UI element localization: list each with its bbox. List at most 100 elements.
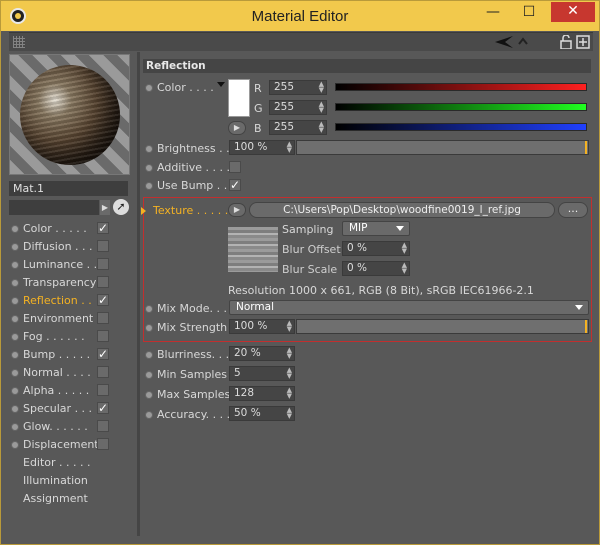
channel-label: Environment — [23, 312, 94, 325]
maximize-button[interactable]: ☐ — [515, 2, 543, 23]
channel-item[interactable]: Transparency — [11, 274, 129, 292]
accuracy-row: Accuracy. . . . — [145, 408, 230, 421]
channel-checkbox[interactable] — [97, 276, 109, 288]
channel-dot-icon — [11, 405, 19, 413]
max-samples-label: Max Samples — [157, 388, 231, 401]
channel-checkbox[interactable] — [97, 420, 109, 432]
channel-item[interactable]: Reflection . . ✓ — [11, 292, 129, 310]
channel-checkbox[interactable]: ✓ — [97, 222, 109, 234]
channel-item[interactable]: Environment — [11, 310, 129, 328]
dropdown-triangle-icon[interactable] — [217, 82, 225, 88]
pick-icon[interactable]: ➚ — [113, 199, 129, 215]
b-value-field[interactable]: 255 ▲ ▼ — [269, 120, 327, 135]
channel-checkbox[interactable]: ✓ — [97, 348, 109, 360]
minimize-button[interactable]: — — [479, 2, 507, 23]
use-bump-checkbox[interactable]: ✓ — [229, 179, 241, 191]
grip-icon[interactable] — [13, 36, 25, 48]
arrow-left-icon[interactable] — [495, 35, 513, 49]
channel-checkbox[interactable] — [97, 330, 109, 342]
channel-checkbox[interactable] — [97, 384, 109, 396]
b-slider[interactable] — [335, 123, 587, 131]
blurriness-field[interactable]: 20 % ▲ ▼ — [229, 346, 295, 361]
panel-divider[interactable] — [137, 52, 140, 536]
brightness-label: Brightness . . — [157, 142, 230, 155]
accuracy-field[interactable]: 50 % ▲ ▼ — [229, 406, 295, 421]
color-row: Color . . . . — [145, 81, 214, 94]
channel-checkbox[interactable]: ✓ — [97, 402, 109, 414]
channel-label: Reflection . . — [23, 294, 92, 307]
channel-item[interactable]: Fog . . . . . . — [11, 328, 129, 346]
channel-item[interactable]: Displacement — [11, 436, 129, 454]
channel-item[interactable]: Normal . . . . — [11, 364, 129, 382]
additive-checkbox[interactable] — [229, 161, 241, 173]
blur-scale-field[interactable]: 0 % ▲ ▼ — [342, 261, 410, 276]
lock-icon[interactable] — [559, 35, 573, 49]
keyframe-dot-icon[interactable] — [145, 371, 153, 379]
texture-thumbnail[interactable] — [228, 227, 278, 272]
keyframe-dot-icon[interactable] — [145, 182, 153, 190]
mix-strength-field[interactable]: 100 % ▲ ▼ — [229, 319, 295, 334]
channel-item[interactable]: Diffusion . . . — [11, 238, 129, 256]
channel-checkbox[interactable] — [97, 258, 109, 270]
search-arrow-button[interactable]: ▶ — [100, 200, 110, 215]
keyframe-dot-icon[interactable] — [145, 305, 153, 313]
extra-item[interactable]: Illumination — [23, 474, 88, 487]
brightness-field[interactable]: 100 % ▲ ▼ — [229, 140, 295, 155]
channel-checkbox[interactable]: ✓ — [97, 294, 109, 306]
max-samples-field[interactable]: 128 ▲ ▼ — [229, 386, 295, 401]
keyframe-dot-icon[interactable] — [145, 391, 153, 399]
channel-item[interactable]: Specular . . . ✓ — [11, 400, 129, 418]
channel-checkbox[interactable] — [97, 312, 109, 324]
up-arrow-icon[interactable] — [517, 35, 529, 49]
title-bar: Material Editor — ☐ ✕ — [1, 1, 599, 31]
texture-browse-button[interactable]: ... — [558, 202, 588, 218]
brightness-slider[interactable] — [296, 140, 589, 155]
blurriness-label: Blurriness. . . — [157, 348, 230, 361]
expand-triangle-icon[interactable] — [141, 207, 146, 215]
mix-strength-slider[interactable] — [296, 319, 589, 334]
channel-checkbox[interactable] — [97, 366, 109, 378]
blur-offset-field[interactable]: 0 % ▲ ▼ — [342, 241, 410, 256]
channel-item[interactable]: Glow. . . . . . — [11, 418, 129, 436]
material-search-input[interactable] — [9, 200, 99, 215]
sampling-dropdown[interactable]: MIP — [342, 221, 410, 236]
r-slider[interactable] — [335, 83, 587, 91]
channel-checkbox[interactable] — [97, 240, 109, 252]
channel-item[interactable]: Color . . . . . ✓ — [11, 220, 129, 238]
preview-sphere — [20, 65, 120, 165]
r-value-field[interactable]: 255 ▲ ▼ — [269, 80, 327, 95]
texture-path-button[interactable]: C:\Users\Pop\Desktop\woodfine0019_l_ref.… — [249, 202, 555, 218]
channel-item[interactable]: Luminance . . . — [11, 256, 129, 274]
channel-label: Color . . . . . — [23, 222, 87, 235]
mix-mode-dropdown[interactable]: Normal — [229, 300, 589, 315]
channel-dot-icon — [11, 279, 19, 287]
extra-item[interactable]: Assignment — [23, 492, 88, 505]
slider-marker — [585, 320, 587, 333]
color-swatch[interactable] — [228, 79, 250, 117]
channel-label: Glow. . . . . . — [23, 420, 88, 433]
resolution-info: Resolution 1000 x 661, RGB (8 Bit), sRGB… — [228, 284, 534, 297]
channel-dot-icon — [11, 315, 19, 323]
keyframe-dot-icon[interactable] — [145, 324, 153, 332]
keyframe-dot-icon[interactable] — [145, 145, 153, 153]
keyframe-dot-icon[interactable] — [145, 351, 153, 359]
close-button[interactable]: ✕ — [551, 2, 595, 22]
keyframe-dot-icon[interactable] — [145, 411, 153, 419]
window-title: Material Editor — [251, 8, 349, 25]
keyframe-dot-icon[interactable] — [145, 84, 153, 92]
material-preview[interactable] — [9, 54, 130, 175]
min-samples-field[interactable]: 5 ▲ ▼ — [229, 366, 295, 381]
channel-dot-icon — [11, 261, 19, 269]
material-name-field[interactable]: Mat.1 — [9, 181, 128, 196]
extra-item[interactable]: Editor . . . . . — [23, 456, 91, 469]
texture-options-button[interactable]: ▶ — [228, 203, 246, 217]
channel-label: Luminance . . . — [23, 258, 105, 271]
g-value-field[interactable]: 255 ▲ ▼ — [269, 100, 327, 115]
color-mode-button[interactable]: ▶ — [228, 121, 246, 135]
keyframe-dot-icon[interactable] — [145, 164, 153, 172]
g-slider[interactable] — [335, 103, 587, 111]
new-window-icon[interactable] — [576, 35, 590, 49]
channel-item[interactable]: Alpha . . . . . — [11, 382, 129, 400]
channel-checkbox[interactable] — [97, 438, 109, 450]
channel-item[interactable]: Bump . . . . . ✓ — [11, 346, 129, 364]
